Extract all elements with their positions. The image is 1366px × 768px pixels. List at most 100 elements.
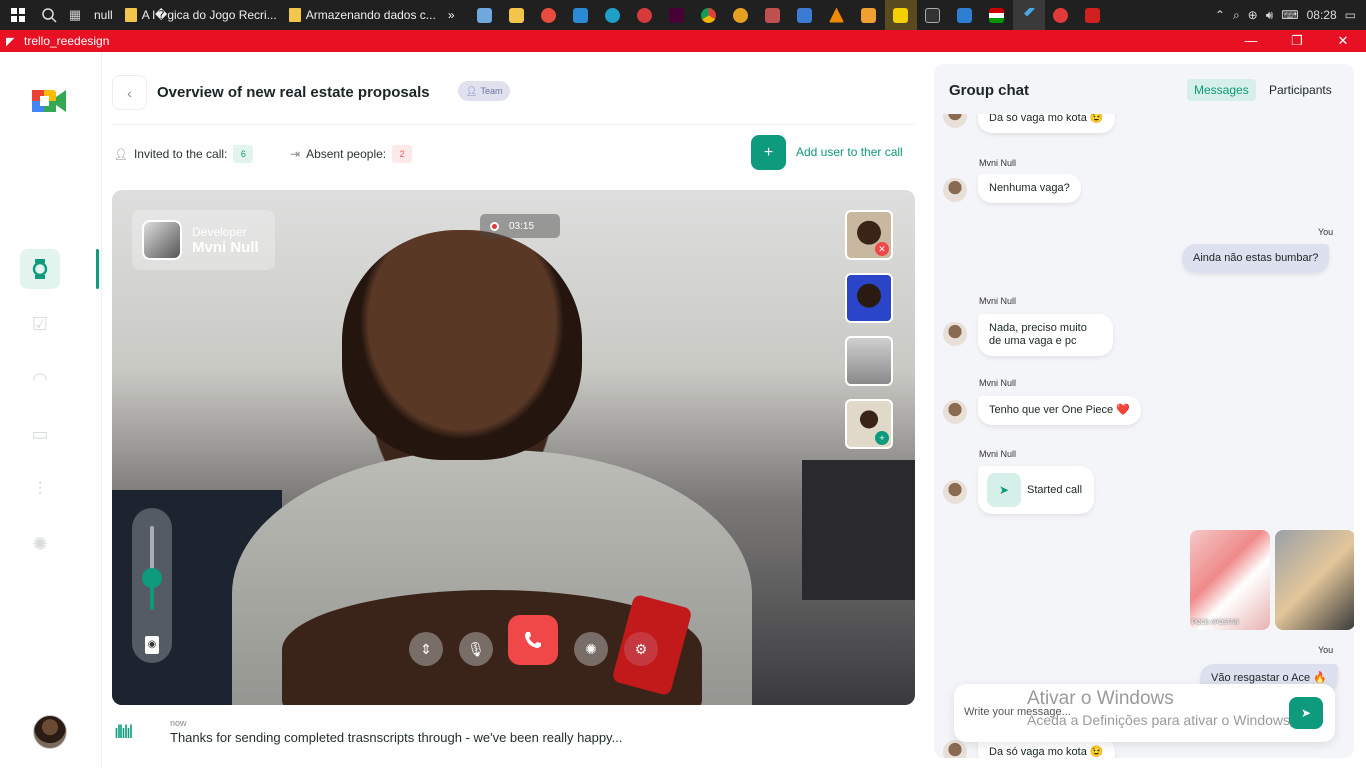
browser-app-icon[interactable] bbox=[533, 0, 565, 30]
volume-slider[interactable]: ◉ bbox=[132, 508, 172, 663]
chat-bubble: Tenho que ver One Piece ❤️ bbox=[978, 396, 1141, 426]
chat-image-anime[interactable] bbox=[1275, 530, 1354, 630]
task-view-icon[interactable]: ▦ bbox=[62, 0, 88, 30]
nav-monitor-icon[interactable]: ▭ bbox=[20, 414, 60, 454]
minimize-button[interactable]: — bbox=[1228, 33, 1274, 49]
chat-sender-you: You bbox=[1318, 645, 1334, 655]
git-app-icon[interactable] bbox=[789, 0, 821, 30]
tab-participants[interactable]: Participants bbox=[1262, 79, 1339, 101]
chat-bubble: Nenhuma vaga? bbox=[978, 174, 1081, 204]
person-icon: 👤︎ bbox=[466, 85, 478, 96]
started-call-bubble: ➤ Started call bbox=[978, 466, 1095, 514]
image-caption: POCE APOSTAR bbox=[1192, 620, 1239, 626]
chevron-up-icon[interactable]: ⌃ bbox=[1215, 8, 1225, 22]
nav-aperture-icon[interactable]: ✺ bbox=[20, 524, 60, 564]
invited-info: 👤︎ Invited to the call: 6 bbox=[114, 145, 254, 163]
photos-app-icon[interactable] bbox=[949, 0, 981, 30]
terminal-app-icon[interactable] bbox=[917, 0, 949, 30]
participant-thumbnail[interactable] bbox=[845, 336, 893, 386]
notifications-icon[interactable]: ▭ bbox=[1345, 8, 1356, 22]
clock[interactable]: 08:28 bbox=[1307, 8, 1337, 22]
nav-audio-icon[interactable]: ⫶ bbox=[20, 469, 60, 509]
taskbar-more-button[interactable]: » bbox=[442, 0, 461, 30]
team-badge: 👤︎ Team bbox=[458, 81, 511, 101]
add-user-link[interactable]: Add user to ther call bbox=[796, 145, 903, 159]
screen-share-icon[interactable]: ⇕ bbox=[409, 632, 443, 666]
taskbar-task-2[interactable]: Armazenando dados c... bbox=[283, 0, 442, 30]
presenter-name: Mvni Null bbox=[192, 238, 259, 256]
keyboard-icon[interactable]: ⌨ bbox=[1281, 8, 1298, 22]
globe-icon[interactable]: ⊕ bbox=[1248, 8, 1258, 22]
main-video: Developer Mvni Null 03:15 ✕ + ◉ ⇕ 🎙︎ ✺ ⚙ bbox=[112, 190, 915, 705]
media-app-icon[interactable] bbox=[853, 0, 885, 30]
send-button[interactable]: ➤ bbox=[1289, 697, 1323, 729]
message-composer: ➤ bbox=[954, 684, 1335, 742]
chat-sender: Mvni Null bbox=[979, 158, 1017, 168]
vscode-app-icon[interactable] bbox=[565, 0, 597, 30]
tab-messages[interactable]: Messages bbox=[1187, 79, 1256, 101]
chrome-app-icon[interactable] bbox=[693, 0, 725, 30]
flutter-app-icon[interactable] bbox=[1012, 0, 1045, 30]
user-avatar[interactable] bbox=[33, 715, 67, 749]
presenter-card: Developer Mvni Null bbox=[132, 210, 275, 270]
sidebar-nav: ☑ ◠ ▭ ⫶ ✺ bbox=[0, 52, 100, 768]
xd-app-icon[interactable] bbox=[661, 0, 693, 30]
adobe-app-icon[interactable] bbox=[1077, 0, 1109, 30]
app-logo-icon bbox=[32, 86, 66, 120]
chat-avatar bbox=[943, 480, 967, 504]
message-input[interactable] bbox=[964, 706, 1264, 718]
paint-app-icon[interactable] bbox=[725, 0, 757, 30]
network-icon[interactable]: ⌕ bbox=[1233, 8, 1240, 23]
audio-wave-icon: ıllılıl bbox=[114, 722, 133, 742]
edge-app-icon[interactable] bbox=[597, 0, 629, 30]
search-icon[interactable] bbox=[36, 0, 62, 30]
group-chat-panel: Da só vaga mo kota 😉 Group chat Messages… bbox=[934, 64, 1354, 758]
taskbar-search-label[interactable]: null bbox=[88, 0, 119, 30]
participant-thumbnail[interactable]: ✕ bbox=[845, 210, 893, 260]
close-button[interactable]: ✕ bbox=[1320, 33, 1366, 49]
absent-count-badge: 2 bbox=[392, 145, 413, 163]
mic-off-icon[interactable]: 🎙︎ bbox=[459, 632, 493, 666]
chat-avatar bbox=[943, 400, 967, 424]
background-monitor bbox=[802, 460, 915, 600]
sticky-notes-app-icon[interactable] bbox=[884, 0, 917, 30]
participant-thumbnail[interactable] bbox=[845, 273, 893, 323]
speaker-head bbox=[342, 230, 582, 460]
call-panel: ‹ Overview of new real estate proposals … bbox=[101, 52, 926, 768]
chat-sender: Mvni Null bbox=[979, 378, 1017, 388]
taskbar-task-label: A l�gica do Jogo Recri... bbox=[141, 8, 277, 22]
back-button[interactable]: ‹ bbox=[112, 75, 147, 110]
vlc-app-icon[interactable] bbox=[821, 0, 853, 30]
window-title: trello_reedesign bbox=[24, 34, 110, 48]
volume-knob[interactable] bbox=[142, 568, 162, 588]
add-user-button[interactable]: + bbox=[751, 135, 786, 170]
chat-bubble-own: Ainda não estas bumbar? bbox=[1182, 244, 1330, 274]
nav-signal-icon[interactable]: ◠ bbox=[20, 359, 60, 399]
settings-app-icon[interactable] bbox=[629, 0, 661, 30]
game-app-icon[interactable] bbox=[757, 0, 789, 30]
end-call-button[interactable] bbox=[508, 615, 558, 665]
taskbar-task-label: Armazenando dados c... bbox=[305, 8, 436, 22]
file-explorer-app-icon[interactable] bbox=[501, 0, 533, 30]
nav-watch-icon[interactable] bbox=[20, 249, 60, 289]
camera-aperture-icon[interactable]: ✺ bbox=[574, 632, 608, 666]
flag-app-icon[interactable] bbox=[981, 0, 1013, 30]
chat-sender: Mvni Null bbox=[979, 296, 1017, 306]
chat-bubble: Nada, preciso muito de uma vaga e pc bbox=[978, 314, 1113, 357]
settings-gear-icon[interactable]: ⚙ bbox=[624, 632, 658, 666]
sign-out-icon: ⇥ bbox=[290, 147, 301, 161]
participant-thumbnail[interactable]: + bbox=[845, 399, 893, 449]
flutter-icon: ◤ bbox=[6, 36, 15, 48]
absent-label: Absent people: bbox=[306, 147, 387, 161]
nav-tasks-icon[interactable]: ☑ bbox=[20, 304, 60, 344]
chat-avatar bbox=[943, 740, 967, 758]
windows-start-icon[interactable] bbox=[0, 0, 36, 30]
notepad-app-icon[interactable] bbox=[469, 0, 501, 30]
taskbar-task-1[interactable]: A l�gica do Jogo Recri... bbox=[119, 0, 283, 30]
chat-sender-you: You bbox=[1318, 227, 1334, 237]
volume-icon[interactable]: 🔊︎ bbox=[1266, 8, 1274, 23]
taskbar-apps bbox=[469, 0, 1109, 30]
camera-app-icon[interactable] bbox=[1045, 0, 1077, 30]
chat-image-meme[interactable]: POCE APOSTAR bbox=[1190, 530, 1270, 630]
restore-button[interactable]: ❐ bbox=[1274, 33, 1320, 49]
